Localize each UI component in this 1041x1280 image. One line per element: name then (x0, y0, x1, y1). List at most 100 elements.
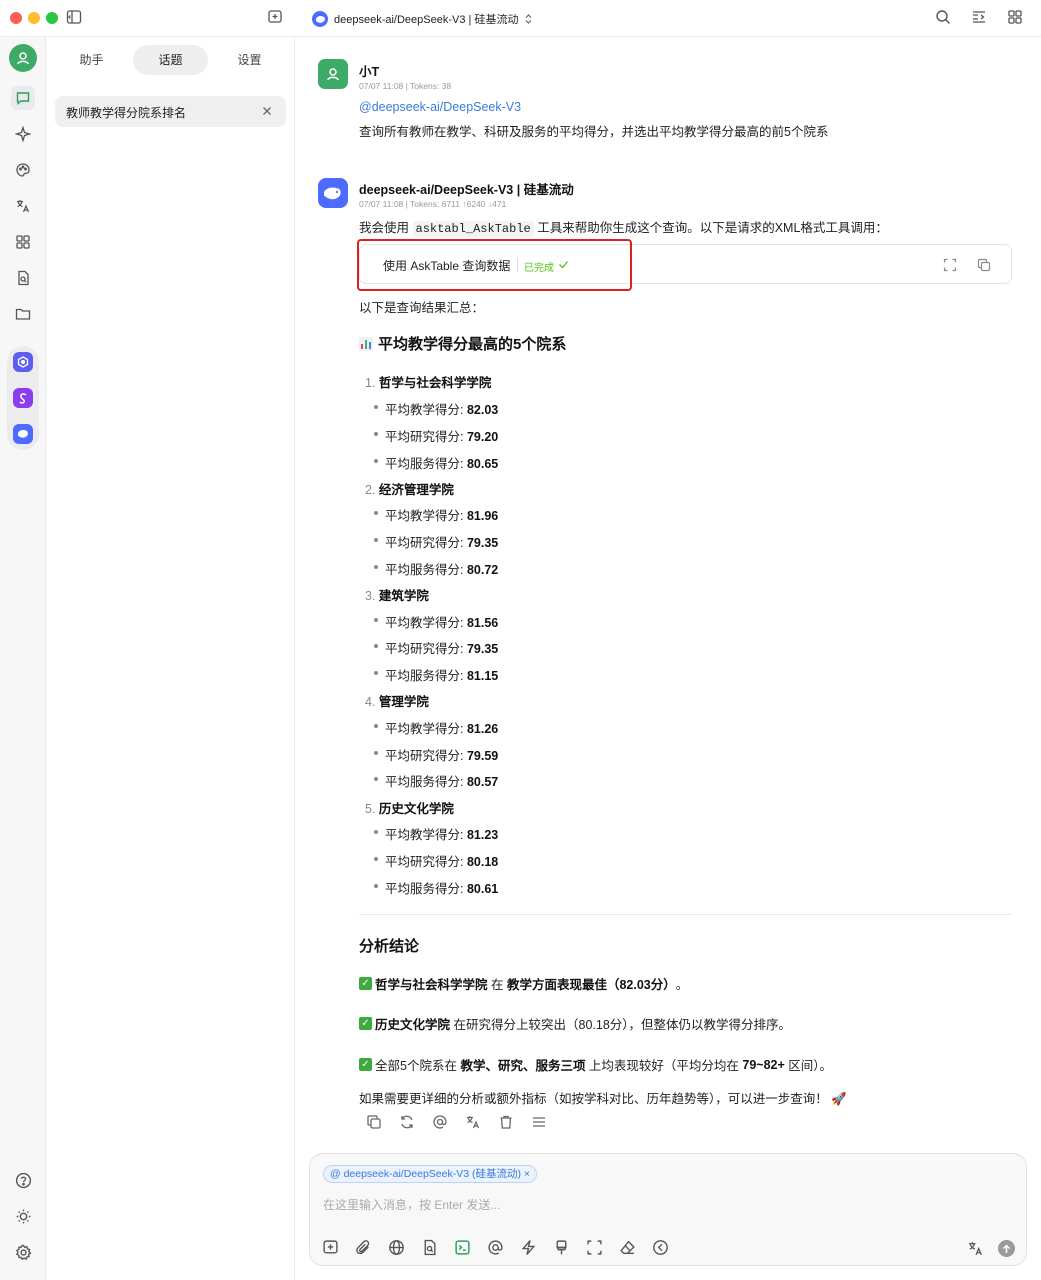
copy-icon[interactable] (366, 1114, 382, 1130)
list-number: 2. (365, 483, 376, 497)
metric-label: 平均教学得分: (385, 509, 467, 523)
panel-tabs: 助手 话题 设置 (54, 45, 287, 75)
metric-value: 80.65 (466, 457, 499, 471)
conclusion-text: 。 (675, 978, 689, 992)
window-zoom-button[interactable] (46, 12, 58, 24)
conclusion-text: 在 (487, 978, 507, 992)
close-icon[interactable] (261, 105, 273, 117)
list-item: 4. 管理学院 (365, 691, 429, 710)
ai-intro: 我会使用 asktabl_AskTable 工具来帮助你生成这个查询。以下是请求… (359, 217, 888, 237)
input-toolbar (322, 1239, 670, 1257)
tab-assistants[interactable]: 助手 (54, 45, 129, 75)
metric-label: 平均教学得分: (385, 403, 467, 417)
collapse-icon[interactable] (652, 1239, 670, 1257)
menu-icon[interactable] (531, 1114, 547, 1130)
list-item: 2. 经济管理学院 (365, 479, 454, 498)
message-input[interactable]: 在这里输入消息，按 Enter 发送... (323, 1196, 500, 1213)
fullscreen-icon[interactable] (586, 1239, 604, 1257)
quick-phrases-icon[interactable] (520, 1239, 538, 1257)
grid-layout-icon[interactable] (1007, 9, 1025, 27)
user-name: 小T (359, 65, 380, 79)
delete-icon[interactable] (498, 1114, 514, 1130)
new-topic-icon[interactable] (267, 9, 285, 27)
check-mark-icon: ✓ (359, 977, 372, 990)
knowledge-icon[interactable] (11, 266, 35, 290)
intro-text-end: 工具来帮助你生成这个查询。以下是请求的XML格式工具调用： (537, 221, 888, 235)
list-number: 1. (365, 376, 376, 390)
minapp-2-icon[interactable] (13, 388, 33, 408)
metric-value: 79.35 (466, 536, 499, 550)
list-number: 3. (365, 589, 376, 603)
mention-icon[interactable] (432, 1114, 448, 1130)
conclusion-bold: 教学、研究、服务三项 (460, 1059, 586, 1073)
model-switcher[interactable]: deepseek-ai/DeepSeek-V3 | 硅基流动 (312, 9, 533, 29)
web-search-icon[interactable] (388, 1239, 406, 1257)
title-bar: deepseek-ai/DeepSeek-V3 | 硅基流动 (0, 0, 1041, 37)
conclusion-text: 上均表现较好（平均分均在 (585, 1059, 743, 1073)
model-mention[interactable]: @deepseek-ai/DeepSeek-V3 (359, 100, 521, 114)
metric-value: 81.96 (466, 509, 499, 523)
translate-icon[interactable] (967, 1240, 984, 1257)
conclusion-text: 在研究得分上较突出（80.18分），但整体仍以教学得分排序。 (450, 1018, 792, 1032)
translate-icon[interactable] (465, 1114, 481, 1130)
list-item: 平均教学得分: 81.56 (373, 612, 498, 631)
ai-name: deepseek-ai/DeepSeek-V3 | 硅基流动 (359, 183, 574, 197)
user-avatar[interactable] (9, 44, 37, 72)
search-icon[interactable] (935, 9, 953, 27)
list-item: 平均服务得分: 80.57 (373, 771, 498, 790)
metric-label: 平均服务得分: (385, 457, 467, 471)
mcp-server-icon[interactable] (454, 1239, 472, 1257)
metric-value: 82.03 (466, 403, 499, 417)
deepseek-app-icon[interactable] (13, 424, 33, 444)
mention-icon[interactable] (487, 1239, 505, 1257)
settings-icon[interactable] (11, 1240, 35, 1264)
metric-label: 平均研究得分: (385, 749, 467, 763)
copy-icon[interactable] (977, 258, 991, 272)
topic-item[interactable]: 教师教学得分院系排名 (55, 96, 286, 127)
sidebar-toggle-icon[interactable] (66, 9, 84, 27)
deepseek-avatar-icon (318, 178, 348, 208)
clear-brush-icon[interactable] (553, 1239, 571, 1257)
conclusion-bold: 历史文化学院 (375, 1018, 451, 1032)
list-item: 平均服务得分: 80.65 (373, 453, 499, 472)
regenerate-icon[interactable] (399, 1114, 415, 1130)
conclusion-bold: 哲学与社会科学学院 (375, 978, 488, 992)
translate-icon[interactable] (11, 194, 35, 218)
metric-value: 80.72 (466, 563, 499, 577)
divider (359, 914, 1012, 915)
expand-icon[interactable] (943, 258, 957, 272)
new-topic-icon[interactable] (322, 1239, 340, 1257)
message-input-box[interactable]: @ deepseek-ai/DeepSeek-V3 (硅基流动) × 在这里输入… (309, 1153, 1027, 1266)
attachment-icon[interactable] (355, 1239, 373, 1257)
message-actions (366, 1114, 547, 1130)
chat-area: 小T 07/07 11:08 | Tokens: 38 @deepseek-ai… (296, 37, 1041, 1150)
tab-topics[interactable]: 话题 (133, 45, 208, 75)
eraser-icon[interactable] (619, 1239, 637, 1257)
result-heading: 平均教学得分最高的5个院系 (359, 333, 566, 354)
window-minimize-button[interactable] (28, 12, 40, 24)
closing-text: 如果需要更详细的分析或额外指标（如按学科对比、历年趋势等），可以进一步查询！ 🚀 (359, 1092, 847, 1106)
dept-name: 管理学院 (378, 695, 429, 709)
apps-icon[interactable] (11, 230, 35, 254)
palette-icon[interactable] (11, 158, 35, 182)
dept-name: 经济管理学院 (378, 483, 454, 497)
minapp-1-icon[interactable] (13, 352, 33, 372)
sparkle-icon[interactable] (11, 122, 35, 146)
chat-icon[interactable] (11, 86, 35, 110)
knowledge-icon[interactable] (421, 1239, 439, 1257)
help-icon[interactable] (11, 1168, 35, 1192)
send-button[interactable] (998, 1240, 1015, 1257)
metric-label: 平均服务得分: (385, 669, 467, 683)
display-mode-icon[interactable] (971, 9, 989, 27)
window-close-button[interactable] (10, 12, 22, 24)
list-item: 平均研究得分: 80.18 (373, 851, 498, 870)
tab-settings[interactable]: 设置 (212, 45, 287, 75)
theme-icon[interactable] (11, 1204, 35, 1228)
model-mention-chip[interactable]: @ deepseek-ai/DeepSeek-V3 (硅基流动) × (323, 1165, 538, 1183)
chevron-updown-icon (524, 13, 533, 25)
model-title: deepseek-ai/DeepSeek-V3 | 硅基流动 (334, 14, 519, 26)
list-number: 4. (365, 695, 376, 709)
dept-name: 建筑学院 (378, 589, 429, 603)
dept-name: 历史文化学院 (378, 802, 454, 816)
folder-icon[interactable] (11, 302, 35, 326)
